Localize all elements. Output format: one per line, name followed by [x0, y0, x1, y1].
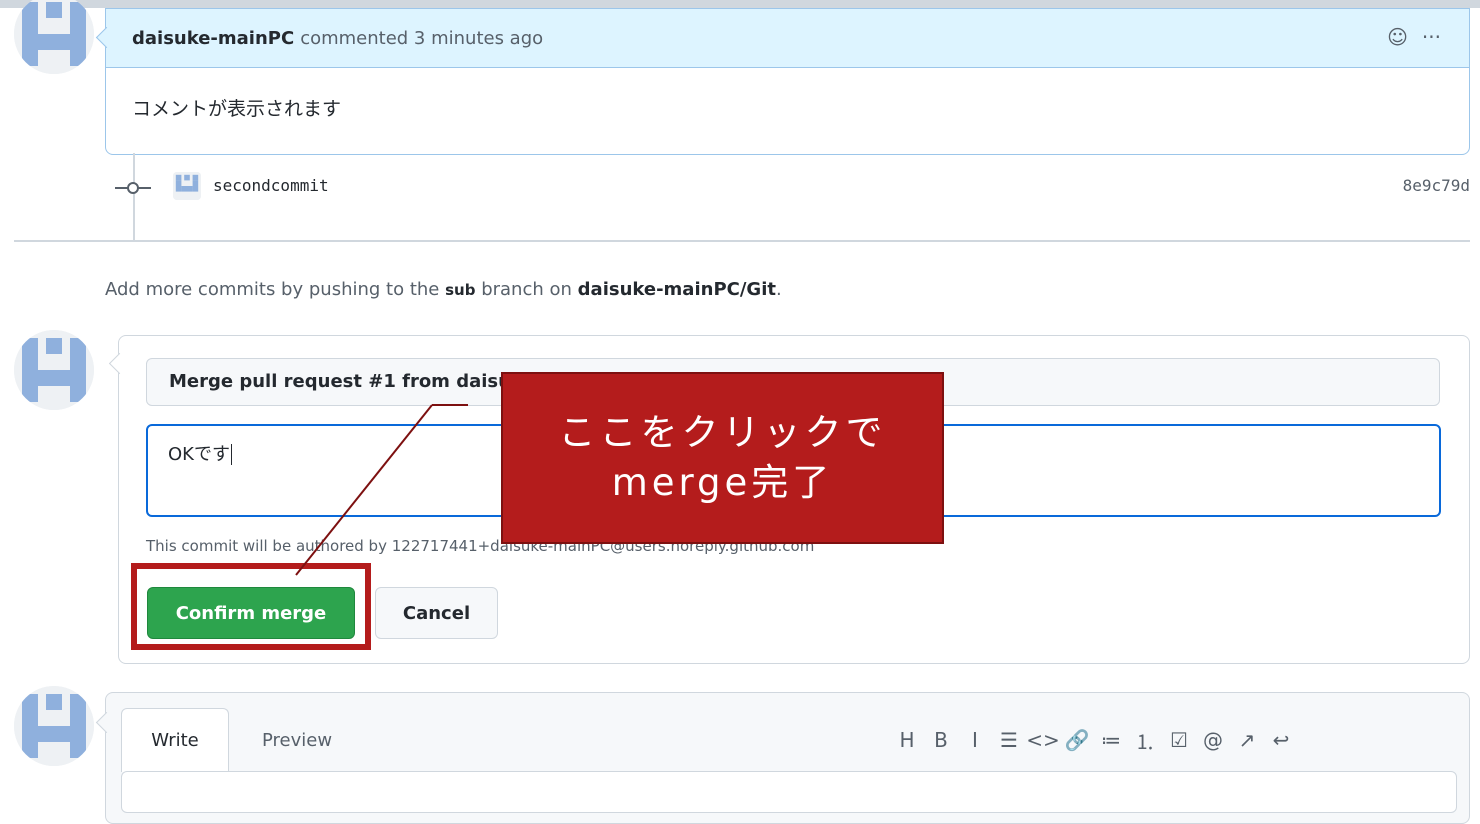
comment-input[interactable] — [121, 771, 1457, 813]
cross-reference-icon[interactable]: ↗ — [1230, 722, 1264, 758]
markdown-toolbar: H B I ☰ <> 🔗 ≔ ⒈ ☑ @ ↗ ↩ — [890, 722, 1298, 758]
quote-icon[interactable]: ☰ — [992, 722, 1026, 758]
bold-icon[interactable]: B — [924, 722, 958, 758]
callout-line-1: ここをクリックで — [558, 411, 887, 454]
bulleted-list-icon[interactable]: ≔ — [1094, 722, 1128, 758]
task-list-icon[interactable]: ☑ — [1162, 722, 1196, 758]
saved-reply-icon[interactable]: ↩ — [1264, 722, 1298, 758]
link-icon[interactable]: 🔗 — [1060, 722, 1094, 758]
heading-icon[interactable]: H — [890, 722, 924, 758]
code-icon[interactable]: <> — [1026, 722, 1060, 758]
identicon-icon — [14, 686, 94, 766]
avatar[interactable] — [14, 686, 94, 766]
italic-icon[interactable]: I — [958, 722, 992, 758]
tab-write[interactable]: Write — [121, 708, 229, 772]
annotation-callout: ここをクリックで merge完了 — [501, 372, 944, 544]
callout-line-2: merge完了 — [611, 461, 834, 504]
tab-preview[interactable]: Preview — [262, 730, 332, 751]
numbered-list-icon[interactable]: ⒈ — [1128, 722, 1162, 758]
mention-icon[interactable]: @ — [1196, 722, 1230, 758]
